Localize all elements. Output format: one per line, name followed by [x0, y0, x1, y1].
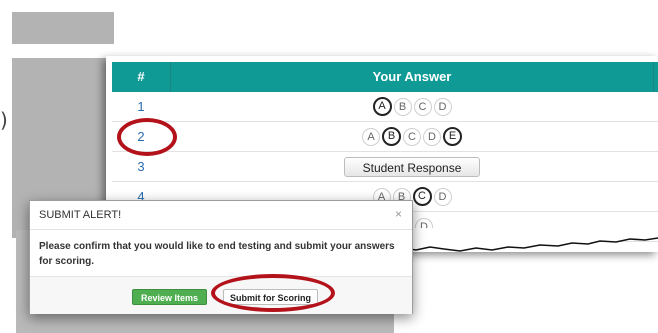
- header-number: #: [112, 62, 171, 92]
- highlight-circle-submit: [211, 274, 335, 312]
- choice-bubble[interactable]: B: [382, 127, 401, 146]
- item-number-link[interactable]: 1: [112, 92, 170, 121]
- answer-bubbles: Student Response: [171, 152, 653, 181]
- choice-bubble[interactable]: D: [433, 97, 452, 116]
- dialog-title: SUBMIT ALERT!: [39, 209, 122, 221]
- background-block-top: [12, 12, 114, 44]
- torn-paper-edge: [390, 228, 658, 252]
- choice-bubble[interactable]: D: [433, 187, 452, 206]
- highlight-circle-item-2: [117, 118, 177, 156]
- close-icon[interactable]: ×: [395, 207, 402, 221]
- answer-bubbles: A B C D: [171, 92, 653, 121]
- student-response-button[interactable]: Student Response: [343, 156, 481, 177]
- dialog-message: Please confirm that you would like to en…: [39, 241, 395, 267]
- table-row: 2 A B C D E: [112, 122, 658, 152]
- review-items-button[interactable]: Review Items: [132, 289, 208, 305]
- header-your-answer: Your Answer: [372, 69, 452, 84]
- choice-bubble[interactable]: E: [443, 127, 462, 146]
- answer-bubbles: A B C D E: [171, 122, 653, 151]
- table-row: 3 Student Response: [112, 152, 658, 182]
- choice-bubble[interactable]: B: [393, 97, 412, 116]
- dialog-header: SUBMIT ALERT! ×: [30, 201, 412, 230]
- choice-bubble[interactable]: C: [412, 187, 432, 206]
- choice-bubble[interactable]: C: [413, 97, 432, 116]
- choice-bubble[interactable]: A: [372, 97, 392, 116]
- header-divider: [653, 62, 654, 92]
- choice-bubble[interactable]: A: [362, 127, 380, 146]
- table-row: 1 A B C D: [112, 92, 658, 122]
- item-number-link[interactable]: 3: [112, 152, 170, 181]
- table-header: # Your Answer: [112, 62, 658, 92]
- background-paren: ): [0, 108, 8, 132]
- choice-bubble[interactable]: C: [403, 127, 421, 146]
- choice-bubble[interactable]: D: [423, 127, 441, 146]
